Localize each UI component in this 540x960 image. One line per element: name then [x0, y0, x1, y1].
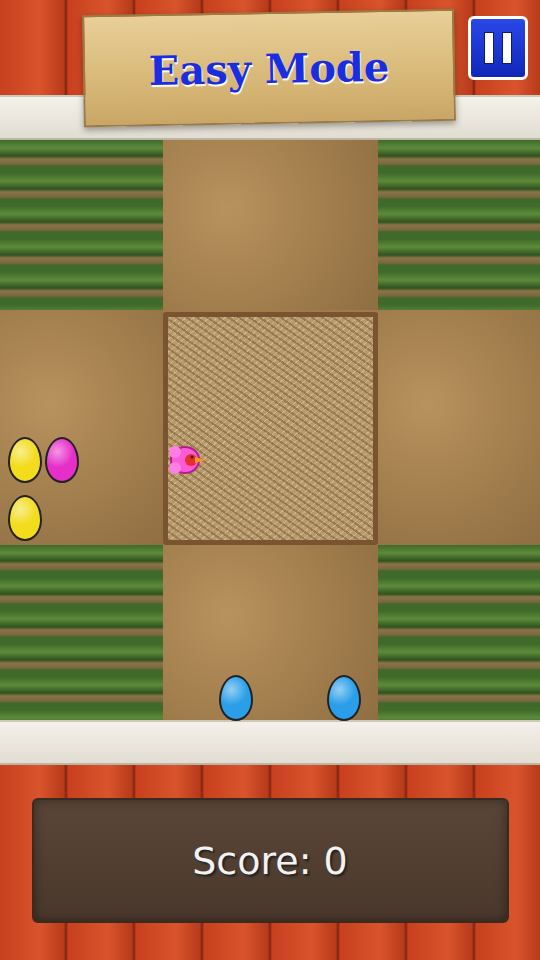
crop-patch	[378, 545, 540, 720]
egg[interactable]	[327, 675, 361, 721]
crop-patch	[0, 140, 163, 310]
score-panel: Score: 0	[32, 798, 509, 923]
egg[interactable]	[8, 437, 42, 483]
game-field	[0, 140, 540, 720]
dirt-path	[163, 140, 378, 310]
nest-cell	[163, 310, 378, 545]
chicken-icon[interactable]	[165, 440, 209, 480]
score-label: Score: 0	[192, 839, 348, 883]
crop-patch	[0, 545, 163, 720]
egg[interactable]	[45, 437, 79, 483]
pause-button[interactable]	[468, 16, 528, 80]
mode-sign: Easy Mode	[82, 9, 456, 127]
nest	[163, 312, 378, 545]
egg[interactable]	[219, 675, 253, 721]
barn-footer: Score: 0	[0, 765, 540, 960]
egg[interactable]	[8, 495, 42, 541]
mode-title: Easy Mode	[148, 42, 389, 93]
dirt-path	[378, 310, 540, 545]
pause-icon	[484, 32, 512, 64]
fence-plank	[0, 720, 540, 765]
crop-patch	[378, 140, 540, 310]
